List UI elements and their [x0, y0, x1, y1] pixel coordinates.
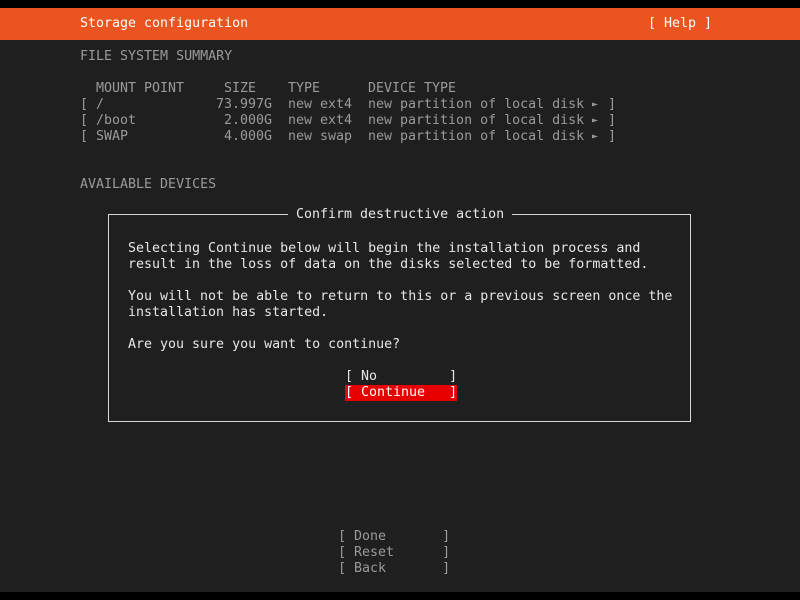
- row-size: 73.997G: [216, 97, 273, 112]
- chevron-right-icon: ►: [592, 115, 599, 126]
- reset-button[interactable]: [ Reset ]: [338, 545, 450, 561]
- fs-summary-heading: FILE SYSTEM SUMMARY: [80, 49, 233, 64]
- row-close-bracket: ]: [608, 113, 617, 128]
- row-device-type: new partition of local disk: [368, 97, 585, 112]
- col-mount-point: MOUNT POINT: [96, 81, 185, 96]
- row-device-type: new partition of local disk: [368, 129, 585, 144]
- done-button[interactable]: [ Done ]: [338, 529, 450, 545]
- page-title: Storage configuration: [80, 16, 249, 31]
- dialog-text-line: result in the loss of data on the disks …: [128, 257, 649, 272]
- row-type: new ext4: [288, 113, 353, 128]
- row-open-bracket: [: [80, 97, 89, 112]
- installer-screen: Storage configuration [ Help ] FILE SYST…: [0, 8, 800, 592]
- row-open-bracket: [: [80, 113, 89, 128]
- dialog-question: Are you sure you want to continue?: [128, 337, 401, 352]
- row-close-bracket: ]: [608, 97, 617, 112]
- dialog-text-line: Selecting Continue below will begin the …: [128, 241, 641, 256]
- row-open-bracket: [: [80, 129, 89, 144]
- row-type: new swap: [288, 129, 353, 144]
- row-mount: SWAP: [96, 129, 129, 144]
- row-size: 2.000G: [224, 113, 273, 128]
- available-devices-heading: AVAILABLE DEVICES: [80, 177, 217, 192]
- chevron-right-icon: ►: [592, 131, 599, 142]
- continue-button[interactable]: [ Continue ]: [345, 385, 458, 401]
- row-size: 4.000G: [224, 129, 273, 144]
- col-size: SIZE: [224, 81, 257, 96]
- dialog-title: Confirm destructive action: [288, 207, 513, 223]
- dialog-text-line: installation has started.: [128, 305, 329, 320]
- row-close-bracket: ]: [608, 129, 617, 144]
- confirm-dialog: Confirm destructive action Selecting Con…: [108, 207, 691, 422]
- header-bar: Storage configuration [ Help ]: [0, 8, 800, 40]
- row-type: new ext4: [288, 97, 353, 112]
- chevron-right-icon: ►: [592, 99, 599, 110]
- row-mount: /: [96, 97, 105, 112]
- help-button[interactable]: [ Help ]: [648, 16, 712, 32]
- dialog-text-line: You will not be able to return to this o…: [128, 289, 673, 304]
- no-button[interactable]: [ No ]: [345, 369, 457, 385]
- row-mount: /boot: [96, 113, 137, 128]
- row-device-type: new partition of local disk: [368, 113, 585, 128]
- back-button[interactable]: [ Back ]: [338, 561, 450, 577]
- col-device-type: DEVICE TYPE: [368, 81, 457, 96]
- col-type: TYPE: [288, 81, 321, 96]
